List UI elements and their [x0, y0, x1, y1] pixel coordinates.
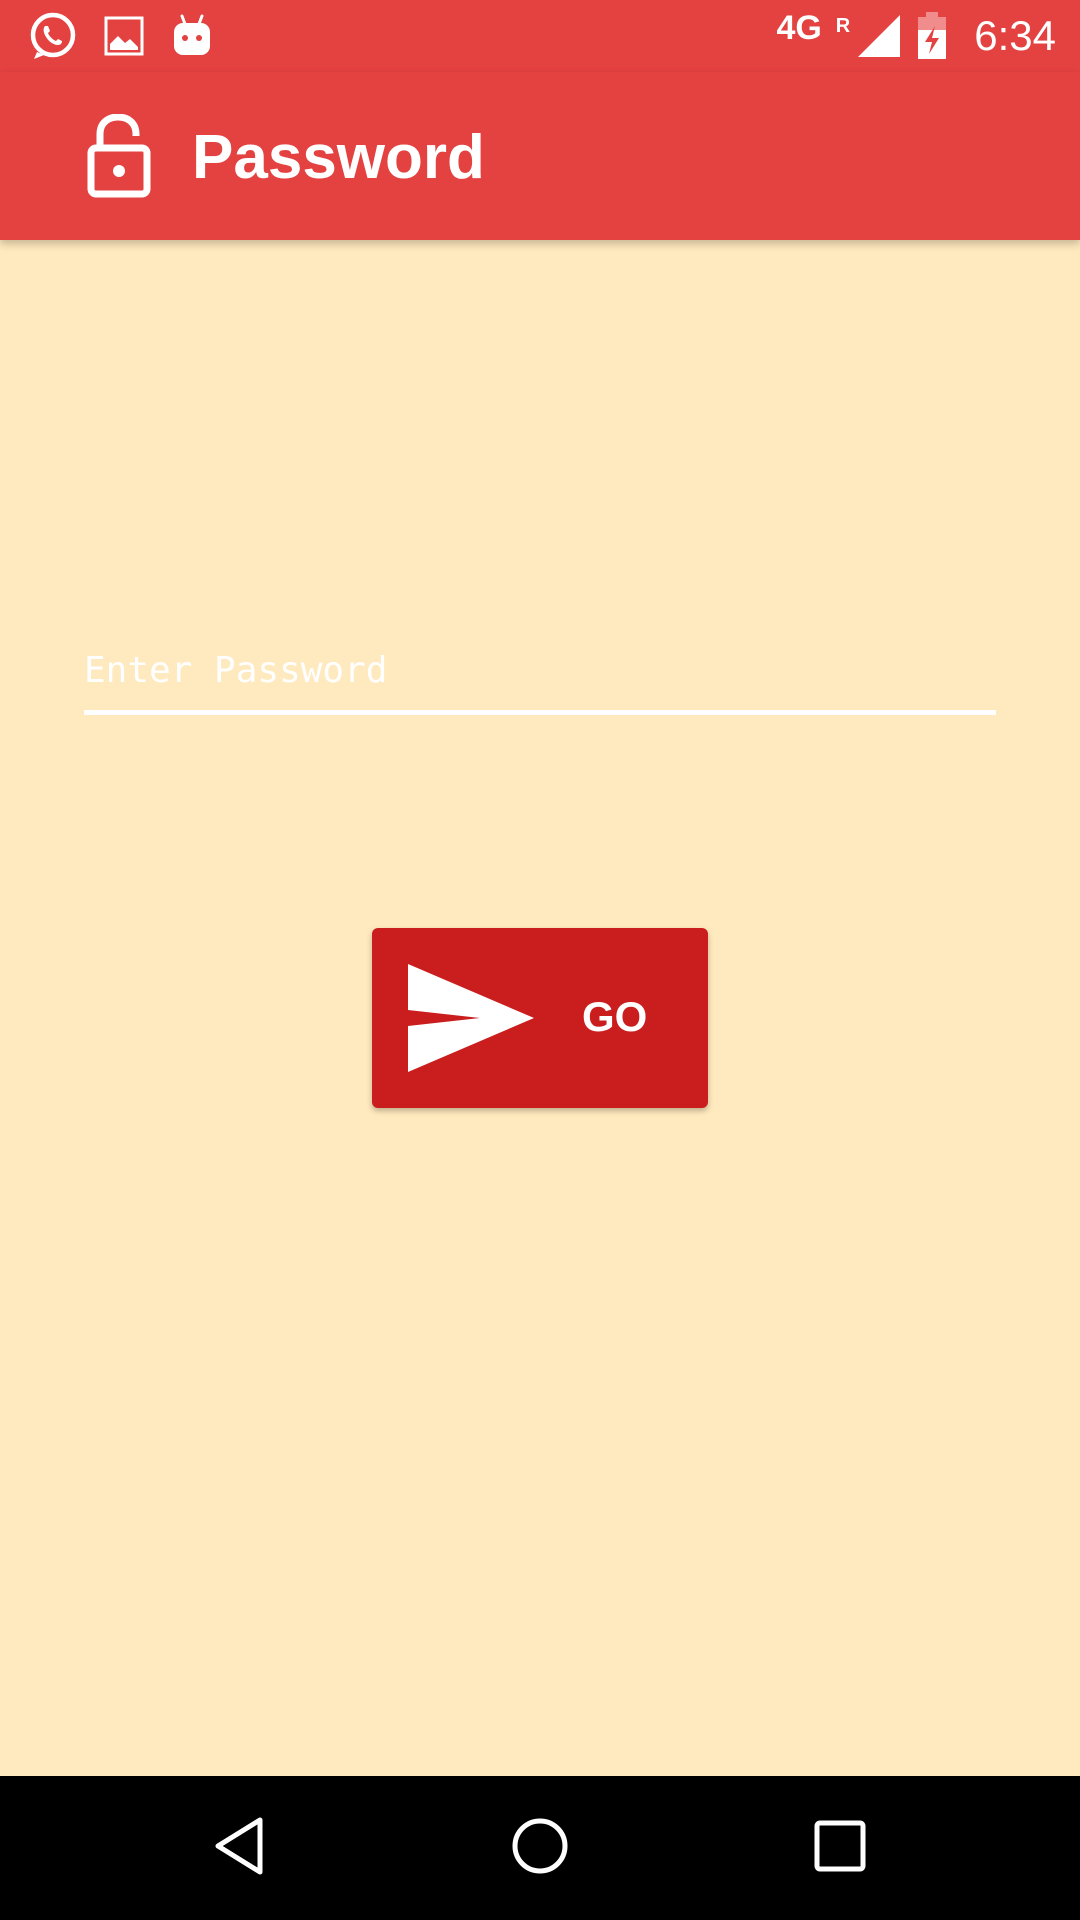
recents-button[interactable]	[800, 1808, 880, 1888]
back-button[interactable]	[200, 1808, 280, 1888]
notification-icons	[28, 10, 214, 62]
whatsapp-icon	[28, 11, 78, 61]
go-button[interactable]: GO	[372, 928, 708, 1108]
status-bar: 4G R 6:34	[0, 0, 1080, 72]
image-icon	[102, 14, 146, 58]
clock: 6:34	[974, 12, 1056, 59]
network-type-label: 4G	[776, 9, 822, 47]
go-button-label: GO	[582, 993, 648, 1040]
android-icon	[170, 12, 214, 60]
send-icon	[408, 964, 538, 1077]
signal-icon	[856, 13, 902, 59]
password-input[interactable]	[84, 630, 996, 715]
home-icon	[510, 1816, 570, 1881]
battery-charging-icon	[916, 12, 948, 60]
recents-icon	[812, 1818, 868, 1879]
page-title: Password	[192, 123, 485, 192]
back-icon	[210, 1814, 270, 1883]
navigation-bar	[0, 1776, 1080, 1920]
app-bar: Password	[0, 72, 1080, 240]
home-button[interactable]	[500, 1808, 580, 1888]
lock-open-icon	[86, 113, 152, 203]
roaming-indicator: R	[835, 14, 851, 37]
system-status: 4G R 6:34	[776, 0, 1056, 72]
